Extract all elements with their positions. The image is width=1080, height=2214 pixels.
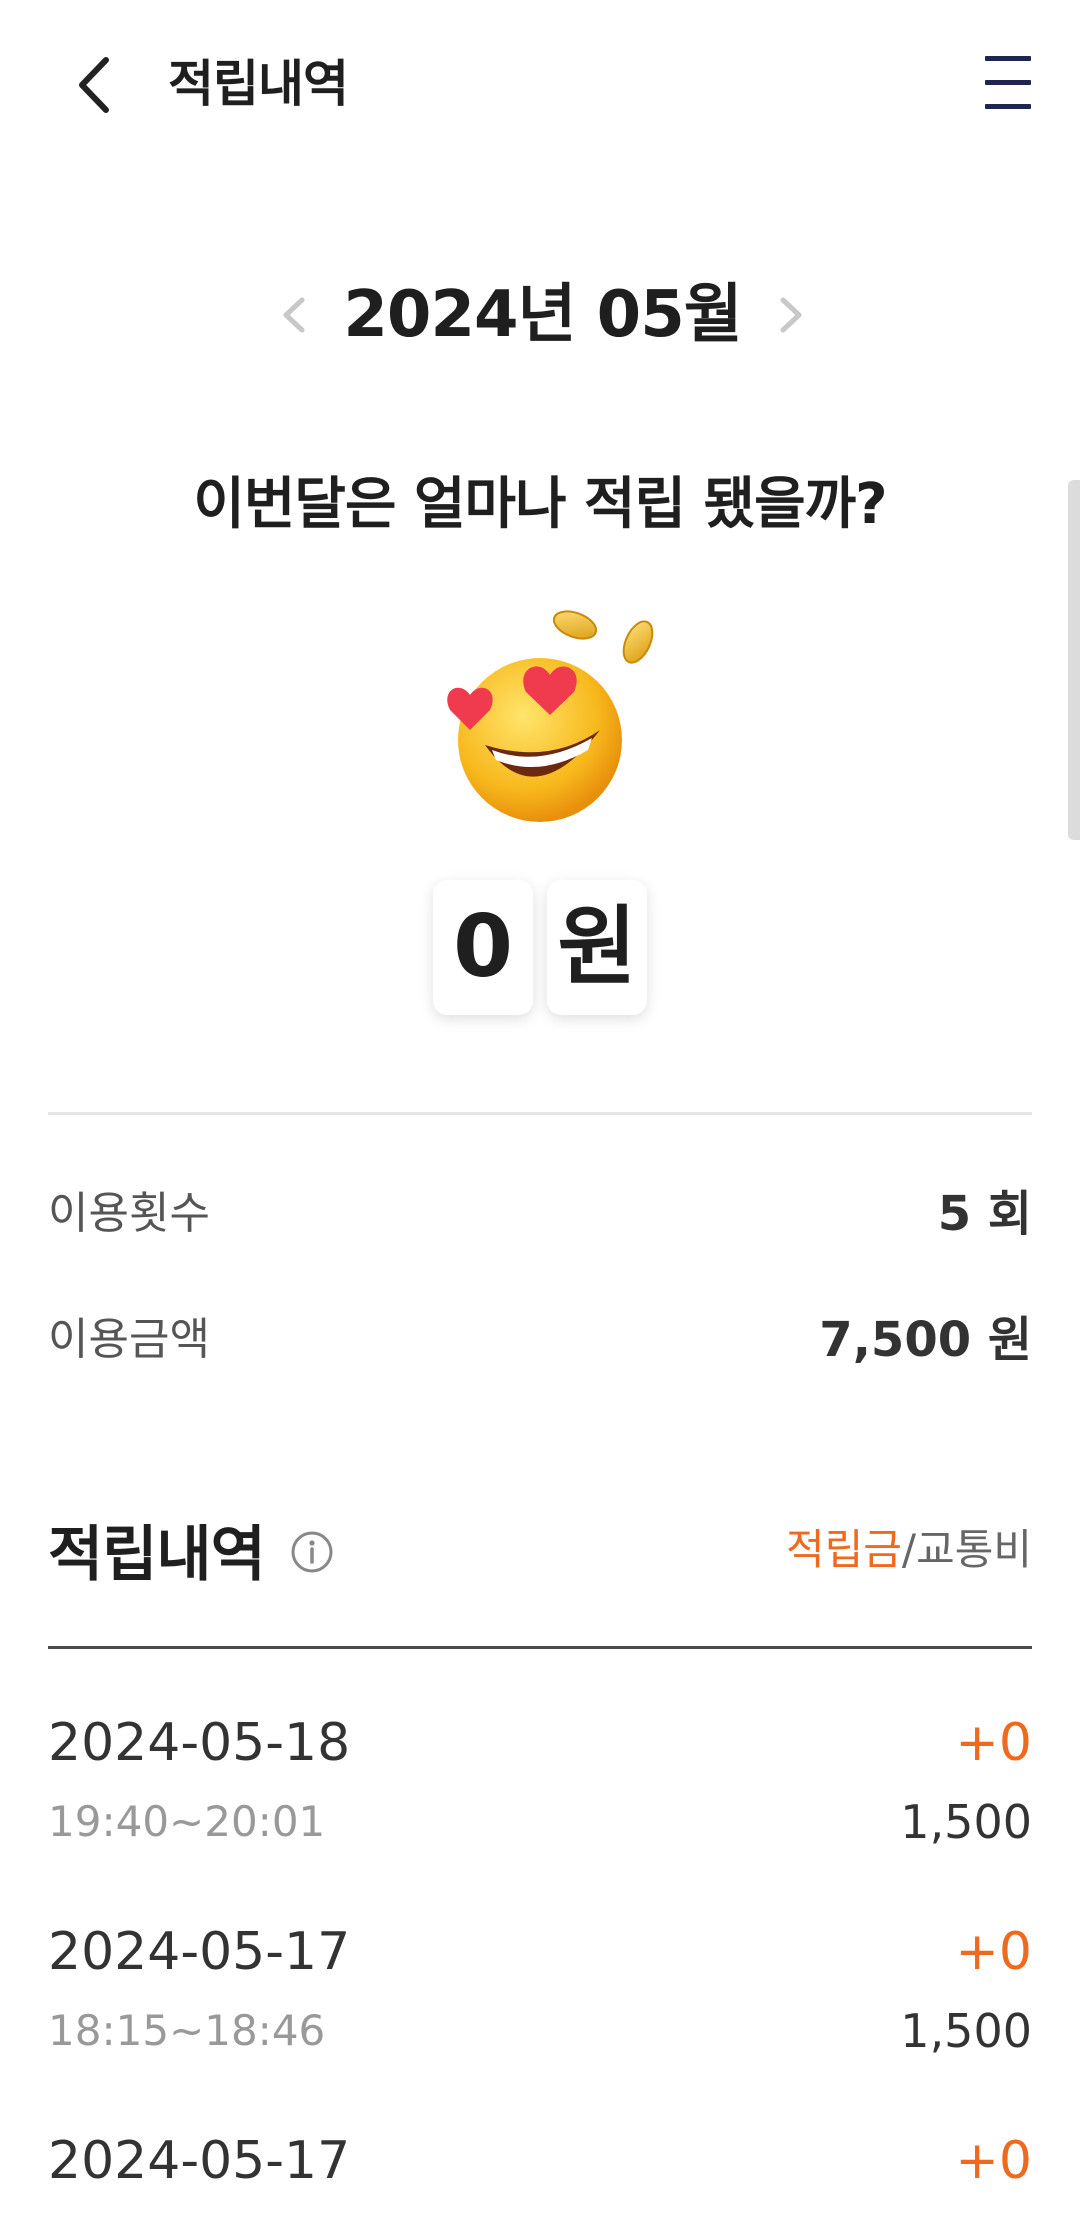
info-icon [291,1531,333,1573]
row-date: 2024-05-18 [48,1713,351,1773]
row-date: 2024-05-17 [48,1922,351,1982]
row-time: 18:15~18:46 [48,2006,326,2055]
row-time: 19:40~20:01 [48,1797,326,1846]
back-button[interactable] [50,40,140,130]
history-row[interactable]: 2024-05-18 19:40~20:01 +0 1,500 [48,1708,1032,1908]
filter-separator: / [901,1525,917,1574]
usage-amount-label: 이용금액 [48,1314,210,1365]
usage-count-value: 5 회 [937,1186,1032,1242]
usage-amount-value: 7,500 원 [819,1312,1032,1368]
chevron-right-icon [780,297,802,333]
filter-fare-tab[interactable]: 교통비 [916,1525,1032,1574]
info-button[interactable] [290,1530,334,1574]
app-header: 적립내역 [0,0,1080,170]
history-filter: 적립금/교통비 [786,1520,1032,1580]
amount-unit-card: 원 [547,880,647,1015]
history-row[interactable]: 2024-05-17 18:15~18:46 +0 1,500 [48,1917,1032,2117]
usage-count-label: 이용횟수 [48,1188,210,1239]
history-row[interactable]: 2024-05-17 +0 [48,2126,1032,2214]
row-points: +0 [955,1922,1032,1982]
menu-button[interactable] [975,48,1035,120]
row-date: 2024-05-17 [48,2131,351,2191]
amount-digit-card: 0 [433,880,533,1015]
row-fare: 1,500 [900,1795,1032,1849]
history-divider [48,1646,1032,1649]
scrollbar[interactable] [1068,480,1080,840]
row-points: +0 [955,2131,1032,2191]
month-navigator: 2024년 05월 [0,265,1080,365]
month-label: 2024년 05월 [343,278,742,352]
chevron-left-icon [79,57,109,113]
history-section-title: 적립내역 [48,1520,266,1590]
divider [48,1112,1032,1115]
next-month-button[interactable] [765,290,815,340]
previous-month-button[interactable] [270,290,320,340]
filter-points-tab[interactable]: 적립금 [786,1525,902,1574]
row-fare: 1,500 [900,2004,1032,2058]
row-points: +0 [955,1713,1032,1773]
chevron-left-icon [283,297,305,333]
heart-eyes-face-with-coins-icon [447,610,654,822]
summary-question: 이번달은 얼마나 적립 됐을까? [193,472,887,537]
page-title: 적립내역 [168,55,349,113]
